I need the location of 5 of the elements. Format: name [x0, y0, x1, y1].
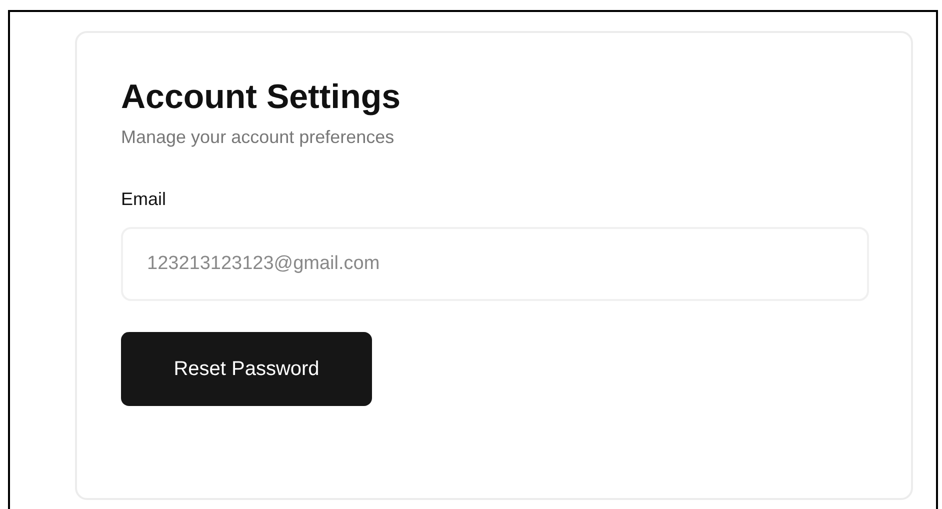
card-title: Account Settings — [121, 77, 401, 117]
email-field[interactable]: 123213123123@gmail.com — [121, 227, 869, 301]
reset-password-button[interactable]: Reset Password — [121, 332, 372, 406]
card-subtitle: Manage your account preferences — [121, 126, 394, 149]
email-label: Email — [121, 188, 166, 211]
